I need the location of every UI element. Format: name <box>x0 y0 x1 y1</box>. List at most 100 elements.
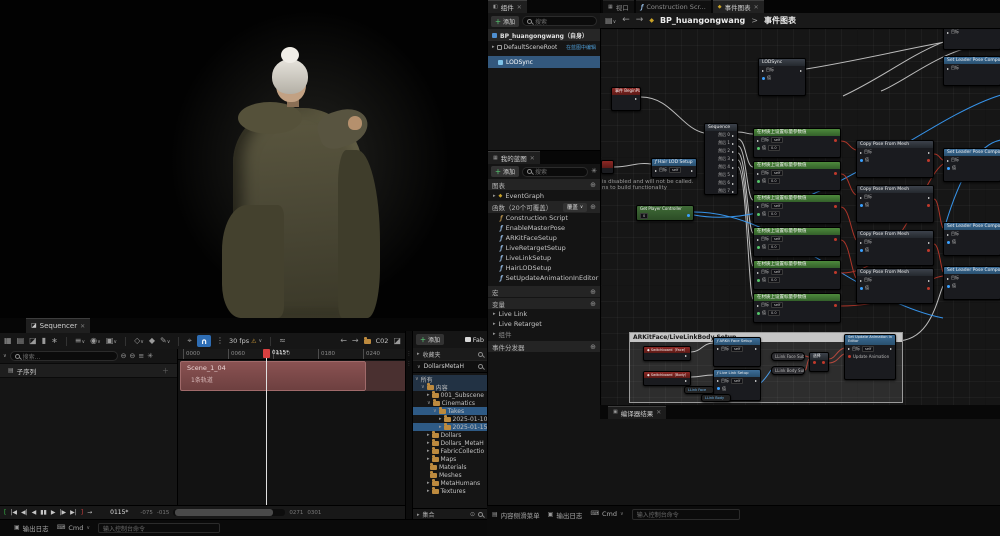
console-input[interactable]: 输入控制台命令 <box>632 509 740 520</box>
tab-event-graph[interactable]: ◆事件图表 ✕ <box>713 0 764 13</box>
node-sequence[interactable]: Sequence 然后 0▸ 然后 1▸ 然后 2▸ 然后 3▸ 然后 4▸ 然… <box>704 123 738 195</box>
tree-item[interactable]: ▸2025-01-10 <box>413 415 487 423</box>
node-set-scalar-param[interactable]: 在材质上设置标量参数值 ▸目标self 值0.0 <box>753 128 841 158</box>
components-search-input[interactable]: 搜索 <box>522 16 597 26</box>
section-dispatchers[interactable]: 事件分发器⊕ <box>488 341 600 352</box>
my-blueprint-search-input[interactable]: 搜索 <box>522 167 588 177</box>
settings-icon[interactable]: ✳ <box>147 353 153 360</box>
delegate-pin[interactable] <box>927 159 930 162</box>
node-set-leader-pose[interactable]: Set Leader Pose Component ▸目标 值 <box>943 266 1000 300</box>
lock-camera-icon[interactable]: ◪ <box>393 337 401 345</box>
tab-viewport[interactable]: ▦视口 <box>603 0 634 13</box>
next-key-button[interactable]: |▶ <box>59 509 66 516</box>
console-input[interactable]: 输入控制台命令 <box>98 523 220 533</box>
object-pin[interactable] <box>762 77 765 80</box>
delegate-pin[interactable] <box>834 271 837 274</box>
snap-settings-icon[interactable]: ⋮ <box>216 337 224 345</box>
variable-category[interactable]: ▸Live Retarget <box>488 319 600 329</box>
function-item[interactable]: ƒSetUpdateAnimationInEditor <box>488 273 600 283</box>
track-row-subsequence[interactable]: ▤ 子序列 ＋ <box>0 363 177 378</box>
tree-item[interactable]: ▸001_Subscene <box>413 391 487 399</box>
filter-minus-icon[interactable]: ⊖ <box>121 353 127 360</box>
sequencer-search-input[interactable]: 搜索... <box>10 351 118 361</box>
render-movie-icon[interactable]: ◪ <box>29 337 37 345</box>
delegate-pin[interactable] <box>834 139 837 142</box>
content-drawer-button[interactable]: ▤内容侧滑菜单 <box>492 510 540 520</box>
node-set-scalar-param[interactable]: 在材质上设置标量参数值 ▸目标self 值0.0 <box>753 194 841 224</box>
delegate-pin[interactable] <box>822 361 825 364</box>
close-icon[interactable]: ✕ <box>656 409 661 416</box>
timeline-ruler[interactable]: 0000 0060 0120 0180 0240 <box>178 349 405 360</box>
back-icon[interactable]: ← <box>622 16 630 25</box>
override-dropdown[interactable]: 覆盖∨ <box>563 203 587 212</box>
node-pill-body-subject[interactable]: LLink Body Subj <box>771 366 805 375</box>
node-set-leader-pose[interactable]: Set Leader Pose Component ▸目标 <box>943 29 1000 50</box>
component-row-self[interactable]: BP_huangongwang（自身） <box>488 29 600 41</box>
tab-compiler-results[interactable]: ▣ 编译器结果 ✕ <box>608 406 666 419</box>
function-item[interactable]: ƒARKitFaceSetup <box>488 233 600 243</box>
save-icon[interactable]: ▦ <box>4 337 12 345</box>
tab-my-blueprint[interactable]: ▦ 我的蓝图 ✕ <box>488 151 540 164</box>
edit-in-blueprint-link[interactable]: 在蓝图中编辑 <box>566 44 596 51</box>
sequencer-timeline[interactable]: 0000 0060 0120 0180 0240 Scene_1_04 1条轨道… <box>178 349 405 505</box>
node-set-leader-pose[interactable]: Set Leader Pose Component ▸目标 值 <box>943 148 1000 182</box>
delegate-pin[interactable] <box>834 172 837 175</box>
play-button[interactable]: ▶ <box>51 509 56 516</box>
node-set-scalar-param[interactable]: 在材质上设置标量参数值 ▸目标self 值0.0 <box>753 293 841 323</box>
tree-item[interactable]: ▸2025-01-15 <box>413 423 487 431</box>
actions-icon[interactable]: ∗ <box>51 337 58 345</box>
pause-button[interactable]: ▮▮ <box>40 509 47 516</box>
variable-category[interactable]: ▸Live Link <box>488 309 600 319</box>
add-dispatcher-icon[interactable]: ⊕ <box>590 343 596 351</box>
node-get-player-controller[interactable]: Get Player Controller 0 <box>636 205 694 221</box>
component-row-lodsync[interactable]: LODSync <box>488 56 600 68</box>
add-content-button[interactable]: ＋ 添加 <box>416 334 444 345</box>
current-frame-field[interactable]: 0115* <box>110 509 128 516</box>
cmd-dropdown[interactable]: ⌨Cmd∨ <box>590 510 623 518</box>
playhead-line[interactable] <box>266 349 267 505</box>
return-pin[interactable] <box>687 214 690 217</box>
event-graph-canvas[interactable]: LODSync ▸目标▸ 值 事件 BeginPlay ▸ Sequence 然… <box>600 29 1000 405</box>
favorites-row[interactable]: ▸ 收藏夹 <box>413 348 487 360</box>
collapsed-panel-strip[interactable]: ⋮⋮ <box>405 331 413 520</box>
add-component-button[interactable]: ＋添加 <box>491 16 519 27</box>
options-icon[interactable]: ≡∨ <box>75 337 85 345</box>
range-end-bracket-icon[interactable]: ] <box>81 509 83 516</box>
node-pill-face-subject[interactable]: LLink Face Subj <box>771 352 805 361</box>
to-end-button[interactable]: ▶| <box>70 509 77 516</box>
to-front-button[interactable]: |◀ <box>10 509 17 516</box>
forward-icon[interactable]: → <box>352 337 359 345</box>
edit-options-icon[interactable]: ✎∨ <box>160 337 170 345</box>
node-sub-body[interactable]: LLink Body <box>701 394 731 402</box>
view-options-icon[interactable]: ◉∨ <box>90 337 101 345</box>
tree-item[interactable]: ▸Dollars_MetaH <box>413 439 487 447</box>
close-icon[interactable]: ✕ <box>754 4 759 11</box>
tree-item[interactable]: ▸MetaHumans <box>413 479 487 487</box>
node-set-scalar-param[interactable]: 在材质上设置标量参数值 ▸目标self 值0.0 <box>753 260 841 290</box>
function-item[interactable]: ƒLiveRetargetSetup <box>488 243 600 253</box>
pin-icon[interactable]: ⌖ <box>187 337 192 345</box>
folder-icon[interactable] <box>364 339 371 344</box>
node-event-switchboard-face[interactable]: ◆ Switchboard（Face） ▸ <box>643 346 691 361</box>
node-set-scalar-param[interactable]: 在材质上设置标量参数值 ▸目标self 值0.0 <box>753 161 841 191</box>
add-blueprint-item-button[interactable]: ＋添加 <box>491 166 519 177</box>
node-darktop[interactable]: LODSync ▸目标▸ 值 <box>758 58 806 96</box>
node-copy-pose[interactable]: Copy Pose From Mesh ▸目标▸ 值 <box>856 230 934 266</box>
search-icon[interactable] <box>478 512 483 517</box>
node-copy-pose[interactable]: Copy Pose From Mesh ▸目标▸ 值 <box>856 185 934 223</box>
snap-magnet-icon[interactable]: ∩ <box>197 335 211 347</box>
function-item[interactable]: ƒLiveLinkSetup <box>488 253 600 263</box>
viewport-3d[interactable] <box>0 0 487 318</box>
settings-icon[interactable]: ✳ <box>591 168 597 175</box>
delegate-pin[interactable] <box>927 287 930 290</box>
node-event-beginplay[interactable]: 事件 BeginPlay ▸ <box>611 87 641 111</box>
tree-item[interactable]: ∨Cinematics <box>413 399 487 407</box>
zoom-scrollbar[interactable] <box>173 509 285 516</box>
subsequence-clip[interactable]: Scene_1_04 1条轨道 <box>180 361 366 391</box>
node-set-leader-pose[interactable]: Set Leader Pose Component ▸目标 <box>943 56 1000 86</box>
delegate-pin[interactable] <box>927 204 930 207</box>
function-item[interactable]: ƒEnableMasterPose <box>488 223 600 233</box>
node-set-scalar-param[interactable]: 在材质上设置标量参数值 ▸目标self 值0.0 <box>753 227 841 257</box>
tab-sequencer[interactable]: ◪ Sequencer ✕ <box>26 318 90 333</box>
node-select[interactable]: 选择 <box>809 352 829 372</box>
